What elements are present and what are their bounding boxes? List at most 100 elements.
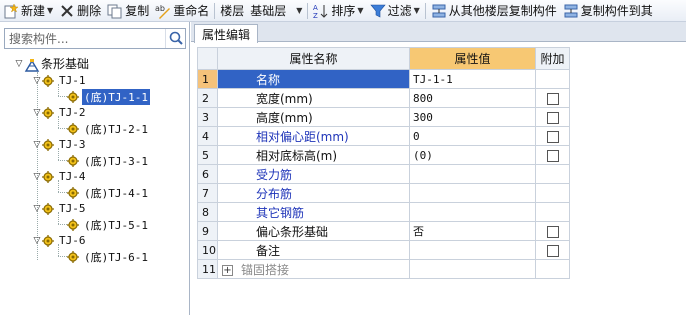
tree-child-item[interactable]: (底)TJ-6-1 <box>67 248 150 265</box>
property-value-cell[interactable]: (0) <box>409 145 536 165</box>
property-value-cell[interactable] <box>409 240 536 260</box>
property-value-cell[interactable] <box>409 164 536 184</box>
row-index: 5 <box>197 145 218 165</box>
copy-button[interactable]: 复制 <box>104 1 152 21</box>
gear-icon <box>42 138 54 151</box>
row-index: 2 <box>197 88 218 108</box>
table-row[interactable]: 6 受力筋 <box>197 164 570 184</box>
table-row[interactable]: 2 宽度(mm) 800 <box>197 88 570 108</box>
gear-icon <box>67 218 79 231</box>
property-value-cell[interactable]: 0 <box>409 126 536 146</box>
table-row[interactable]: 4 相对偏心距(mm) 0 <box>197 126 570 146</box>
attach-checkbox[interactable] <box>546 130 559 143</box>
chevron-down-icon: ▽ <box>33 75 41 86</box>
floor-copy-icon <box>431 3 447 19</box>
table-row[interactable]: 11 + 锚固搭接 <box>197 259 570 279</box>
toolbar: 新建 ▼ 删除 复制 ab 重命名 楼层 基础层 ▼ AZ 排序 ▼ 过滤 ▼ … <box>0 0 686 22</box>
property-value-cell[interactable]: TJ-1-1 <box>409 69 536 89</box>
attach-cell <box>535 240 570 260</box>
floor-select[interactable]: 基础层 ▼ <box>247 2 305 20</box>
tree-child-item[interactable]: (底)TJ-1-1 <box>67 88 150 105</box>
sort-button[interactable]: AZ 排序 ▼ <box>310 1 366 21</box>
attach-cell <box>535 183 570 203</box>
attach-checkbox[interactable] <box>546 244 559 257</box>
chevron-down-icon: ▽ <box>33 171 41 182</box>
header-property-name: 属性名称 <box>217 47 410 70</box>
component-panel: ▽ 条形基础 ▽TJ-1(底)TJ-1-1▽TJ-2(底)TJ-2-1▽TJ-3… <box>0 22 190 315</box>
new-icon <box>3 2 19 19</box>
attach-cell <box>535 164 570 184</box>
tab-bar: 属性编辑 <box>191 22 686 43</box>
attach-checkbox[interactable] <box>546 92 559 105</box>
floor-copy-to-icon <box>563 3 579 19</box>
tree-child-item[interactable]: (底)TJ-2-1 <box>67 120 150 137</box>
chevron-down-icon: ▽ <box>33 107 41 118</box>
table-row[interactable]: 7 分布筋 <box>197 183 570 203</box>
property-name-cell: 偏心条形基础 <box>217 221 410 241</box>
property-name-cell: + 锚固搭接 <box>217 259 410 279</box>
tree-guide-line <box>58 244 59 256</box>
attach-checkbox[interactable] <box>546 149 559 162</box>
attach-cell <box>535 88 570 108</box>
search-input[interactable] <box>5 29 165 48</box>
property-name-cell: 受力筋 <box>217 164 410 184</box>
new-button[interactable]: 新建 ▼ <box>0 1 56 21</box>
attach-checkbox[interactable] <box>546 111 559 124</box>
property-name-cell: 其它钢筋 <box>217 202 410 222</box>
table-row[interactable]: 10 备注 <box>197 240 570 260</box>
chevron-down-icon: ▽ <box>15 58 23 69</box>
row-index: 8 <box>197 202 218 222</box>
tree-guide-line <box>58 148 59 160</box>
tree-child-item[interactable]: (底)TJ-5-1 <box>67 216 150 233</box>
table-row[interactable]: 3 高度(mm) 300 <box>197 107 570 127</box>
copy-to-floor-button[interactable]: 复制构件到其 <box>560 1 656 21</box>
svg-text:A: A <box>313 4 318 12</box>
sort-icon: AZ <box>313 3 329 20</box>
property-value-cell[interactable] <box>409 202 536 222</box>
property-name-cell: 相对偏心距(mm) <box>217 126 410 146</box>
tree-guide-line <box>58 212 59 224</box>
tab-property-edit[interactable]: 属性编辑 <box>194 24 259 43</box>
row-index: 4 <box>197 126 218 146</box>
gear-icon <box>42 74 54 87</box>
chevron-down-icon: ▽ <box>33 203 41 214</box>
tree-group-item[interactable]: ▽ TJ-4 <box>32 168 88 185</box>
tree-guide-line <box>58 224 67 225</box>
property-name-cell: 相对底标高(m) <box>217 145 410 165</box>
table-row[interactable]: 9 偏心条形基础否 <box>197 221 570 241</box>
tree-group-item[interactable]: ▽ TJ-1 <box>32 72 88 89</box>
tree-child-item[interactable]: (底)TJ-3-1 <box>67 152 150 169</box>
delete-button[interactable]: 删除 <box>56 1 104 21</box>
attach-cell <box>535 145 570 165</box>
tree-group-item[interactable]: ▽ TJ-2 <box>32 104 88 121</box>
property-value-cell[interactable]: 否 <box>409 221 536 241</box>
expand-icon[interactable]: + <box>222 264 233 276</box>
tree-group-item[interactable]: ▽ TJ-6 <box>32 232 88 249</box>
tree-group-item[interactable]: ▽ TJ-5 <box>32 200 88 217</box>
table-row[interactable]: 1 名称 TJ-1-1 <box>197 69 570 89</box>
property-value-cell[interactable] <box>409 183 536 203</box>
rename-button[interactable]: ab 重命名 <box>152 1 212 21</box>
property-value-cell[interactable]: 800 <box>409 88 536 108</box>
row-index: 3 <box>197 107 218 127</box>
tree-child-item[interactable]: (底)TJ-4-1 <box>67 184 150 201</box>
tree-root[interactable]: ▽ 条形基础 <box>14 55 91 72</box>
table-row[interactable]: 5 相对底标高(m) (0) <box>197 145 570 165</box>
copy-from-floor-button[interactable]: 从其他楼层复制构件 <box>428 1 560 21</box>
attach-cell <box>535 259 570 279</box>
filter-button[interactable]: 过滤 ▼ <box>367 1 423 21</box>
property-value-cell[interactable] <box>409 259 536 279</box>
header-property-value: 属性值 <box>409 47 536 70</box>
row-index: 1 <box>197 69 218 89</box>
svg-text:ab: ab <box>155 4 165 13</box>
attach-checkbox[interactable] <box>546 225 559 238</box>
attach-cell <box>535 107 570 127</box>
chevron-down-icon: ▼ <box>47 6 54 15</box>
tree-group-item[interactable]: ▽ TJ-3 <box>32 136 88 153</box>
property-name-cell: 名称 <box>217 69 410 89</box>
table-row[interactable]: 8 其它钢筋 <box>197 202 570 222</box>
property-name-cell: 高度(mm) <box>217 107 410 127</box>
tree-guide-line <box>58 116 59 128</box>
search-icon[interactable] <box>165 29 185 48</box>
property-value-cell[interactable]: 300 <box>409 107 536 127</box>
